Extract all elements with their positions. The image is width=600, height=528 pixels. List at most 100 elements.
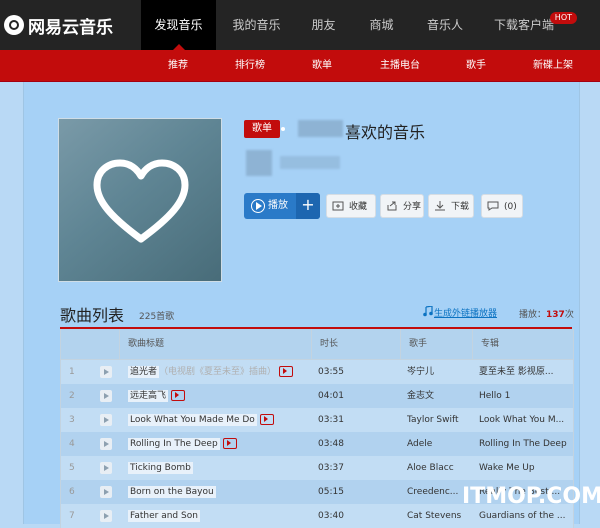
table-row[interactable]: 4 Rolling In The Deep 03:48 Adele Rolling In…: [61, 432, 573, 456]
song-title-cell: Rolling In The Deep: [128, 432, 308, 456]
table-row[interactable]: 5 Ticking Bomb 03:37 Aloe Blacc Wake Me Up: [61, 456, 573, 480]
column-artist: 歌手: [400, 329, 472, 359]
table-row[interactable]: 1 追光者 （电视剧《夏至未至》插曲） 03:55 岑宁儿 夏至未至 影视原...: [61, 360, 573, 384]
song-title[interactable]: Look What You Made Me Do: [128, 414, 257, 426]
song-title[interactable]: 追光者: [128, 366, 160, 378]
row-play-icon[interactable]: [100, 486, 112, 498]
song-title[interactable]: Rolling In The Deep: [128, 438, 220, 450]
download-icon: [435, 201, 445, 211]
track-number: 7: [69, 511, 75, 521]
song-title-cell: Look What You Made Me Do: [128, 408, 308, 432]
nav-item-store[interactable]: 商城: [350, 0, 413, 50]
sub-nav: 推荐 排行榜 歌单 主播电台 歌手 新碟上架: [0, 50, 600, 82]
external-player-link[interactable]: 生成外链播放器: [434, 306, 497, 319]
row-play-icon[interactable]: [100, 414, 112, 426]
comment-button[interactable]: (0): [481, 194, 523, 218]
song-artist[interactable]: Taylor Swift: [407, 408, 469, 432]
song-title-cell: 追光者 （电视剧《夏至未至》插曲）: [128, 360, 308, 384]
blurred-creator: [280, 156, 340, 169]
hot-badge: HOT: [549, 12, 577, 24]
mv-icon[interactable]: [222, 438, 237, 449]
song-artist[interactable]: 岑宁儿: [407, 360, 469, 384]
song-album[interactable]: Wake Me Up: [479, 456, 569, 480]
subnav-item-charts[interactable]: 排行榜: [235, 50, 265, 82]
song-album[interactable]: Look What You M...: [479, 408, 569, 432]
song-title[interactable]: Born on the Bayou: [128, 486, 216, 498]
track-number: 2: [69, 391, 75, 401]
mv-icon[interactable]: [171, 390, 186, 401]
song-title-cell: 远走高飞: [128, 384, 308, 408]
mv-icon[interactable]: [279, 366, 294, 377]
song-artist[interactable]: Aloe Blacc: [407, 456, 469, 480]
song-artist[interactable]: Cat Stevens: [407, 504, 469, 528]
row-play-icon[interactable]: [100, 462, 112, 474]
play-count: 播放：137次: [519, 310, 574, 320]
collect-button[interactable]: 收藏: [326, 194, 376, 218]
play-button[interactable]: 播放 +: [244, 193, 320, 219]
blurred-username: [298, 120, 343, 137]
song-duration: 03:48: [318, 439, 344, 449]
row-play-icon[interactable]: [100, 366, 112, 378]
row-play-icon[interactable]: [100, 510, 112, 522]
track-number: 3: [69, 415, 75, 425]
song-album[interactable]: Hello 1: [479, 384, 569, 408]
nav-item-musician[interactable]: 音乐人: [413, 0, 477, 50]
playlist-tag: 歌单: [244, 120, 292, 138]
table-row[interactable]: 3 Look What You Made Me Do 03:31 Taylor Swi…: [61, 408, 573, 432]
nav-item-my-music[interactable]: 我的音乐: [216, 0, 297, 50]
song-list-title: 歌曲列表: [60, 306, 125, 325]
subnav-item-artists[interactable]: 歌手: [466, 50, 486, 82]
column-title: 歌曲标题: [119, 329, 311, 359]
add-to-queue-button[interactable]: +: [296, 193, 320, 219]
share-icon: [387, 201, 397, 211]
download-button[interactable]: 下载: [428, 194, 474, 218]
netease-logo-icon: [4, 15, 24, 35]
nav-item-discover[interactable]: 发现音乐: [141, 0, 216, 50]
subnav-item-radio[interactable]: 主播电台: [380, 50, 420, 82]
song-duration: 03:55: [318, 367, 344, 377]
avatar[interactable]: [246, 150, 272, 176]
subnav-item-playlists[interactable]: 歌单: [312, 50, 332, 82]
comment-icon: [487, 201, 499, 211]
playlist-title: 喜欢的音乐: [345, 123, 426, 142]
column-duration: 时长: [311, 329, 400, 359]
brand-name: 网易云音乐: [28, 17, 113, 38]
song-artist[interactable]: Creedenc...: [407, 480, 469, 504]
song-duration: 03:37: [318, 463, 344, 473]
top-bar: 网易云音乐 发现音乐 我的音乐 朋友 商城 音乐人 下载客户端 HOT: [0, 0, 600, 50]
mv-icon[interactable]: [259, 414, 274, 425]
track-number: 6: [69, 487, 75, 497]
play-icon: [251, 199, 265, 213]
table-header: 歌曲标题 时长 歌手 专辑: [61, 329, 573, 360]
folder-plus-icon: [332, 201, 344, 211]
share-button[interactable]: 分享: [380, 194, 424, 218]
track-number: 1: [69, 367, 75, 377]
column-album: 专辑: [472, 329, 573, 359]
nav-item-friends[interactable]: 朋友: [297, 0, 350, 50]
table-row[interactable]: 2 远走高飞 04:01 金志文 Hello 1: [61, 384, 573, 408]
song-title-cell: Father and Son: [128, 504, 308, 528]
song-title[interactable]: Father and Son: [128, 510, 200, 522]
row-play-icon[interactable]: [100, 390, 112, 402]
song-title-cell: Ticking Bomb: [128, 456, 308, 480]
nav-item-download-client[interactable]: 下载客户端 HOT: [477, 0, 577, 50]
subnav-item-new-albums[interactable]: 新碟上架: [533, 50, 573, 82]
song-duration: 05:15: [318, 487, 344, 497]
song-album[interactable]: Rolling In The Deep: [479, 432, 569, 456]
song-title[interactable]: 远走高飞: [128, 390, 169, 402]
heart-icon: [93, 159, 189, 243]
track-number: 4: [69, 439, 75, 449]
song-album[interactable]: 夏至未至 影视原...: [479, 360, 569, 384]
playlist-cover: [58, 118, 222, 282]
song-artist[interactable]: Adele: [407, 432, 469, 456]
song-duration: 03:31: [318, 415, 344, 425]
subnav-item-recommend[interactable]: 推荐: [160, 50, 196, 82]
row-play-icon[interactable]: [100, 438, 112, 450]
song-alias: （电视剧《夏至未至》插曲）: [159, 367, 277, 377]
watermark: ITMOP.COM: [462, 484, 600, 509]
song-title[interactable]: Ticking Bomb: [128, 462, 193, 474]
song-artist[interactable]: 金志文: [407, 384, 469, 408]
logo[interactable]: 网易云音乐: [4, 13, 113, 38]
song-duration: 04:01: [318, 391, 344, 401]
music-note-icon: [423, 306, 433, 317]
